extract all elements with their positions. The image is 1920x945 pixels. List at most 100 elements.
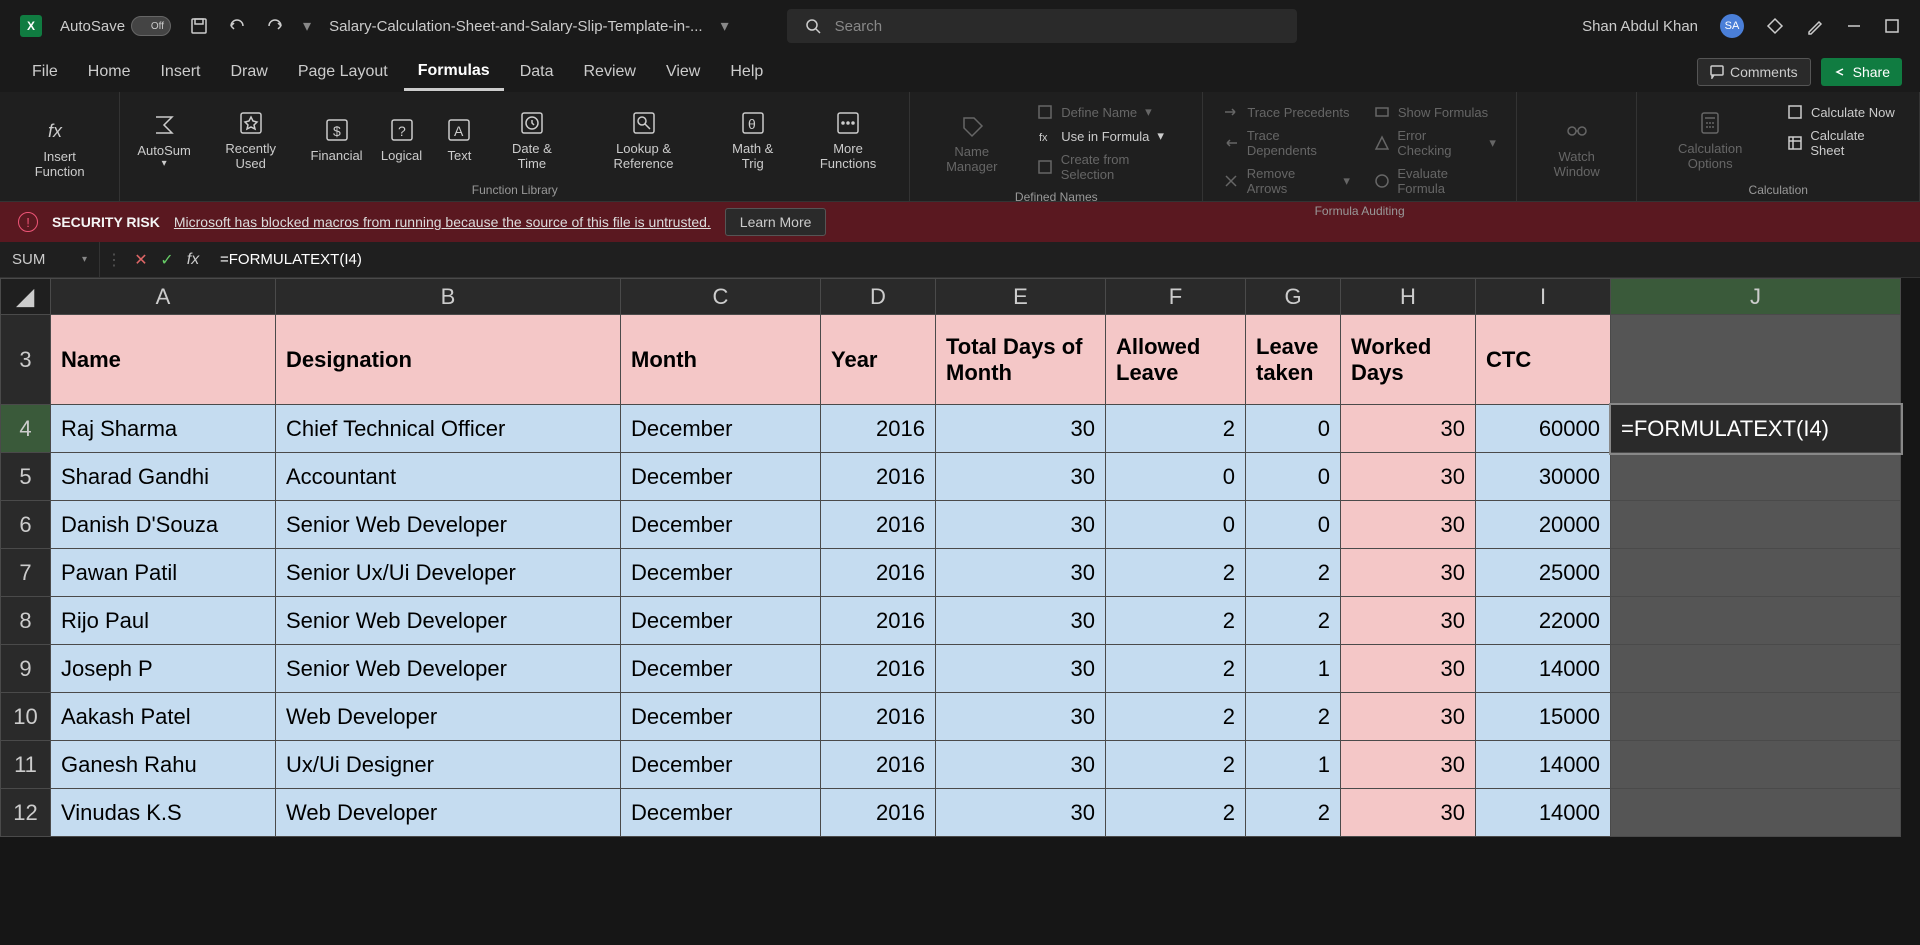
math-trig-button[interactable]: θMath & Trig: [713, 98, 793, 181]
cell-J11[interactable]: [1611, 741, 1901, 789]
enter-button[interactable]: ✓: [154, 250, 180, 270]
menu-formulas[interactable]: Formulas: [404, 54, 504, 91]
cell-I10[interactable]: 15000: [1476, 693, 1611, 741]
cell-B9[interactable]: Senior Web Developer: [276, 645, 621, 693]
row-header-7[interactable]: 7: [1, 549, 51, 597]
cell-H8[interactable]: 30: [1341, 597, 1476, 645]
minimize-icon[interactable]: [1846, 18, 1862, 34]
cell-G9[interactable]: 1: [1246, 645, 1341, 693]
menu-help[interactable]: Help: [716, 55, 777, 89]
row-header-5[interactable]: 5: [1, 453, 51, 501]
header-cell-leave_taken[interactable]: Leave taken: [1246, 315, 1341, 405]
cell-D12[interactable]: 2016: [821, 789, 936, 837]
cell-I11[interactable]: 14000: [1476, 741, 1611, 789]
cell-H6[interactable]: 30: [1341, 501, 1476, 549]
cell-A6[interactable]: Danish D'Souza: [51, 501, 276, 549]
autosave-toggle[interactable]: AutoSave Off: [60, 16, 171, 36]
autosum-button[interactable]: AutoSum▾: [130, 98, 198, 181]
column-header-E[interactable]: E: [936, 279, 1106, 315]
menu-draw[interactable]: Draw: [216, 55, 281, 89]
cell-D9[interactable]: 2016: [821, 645, 936, 693]
menu-page-layout[interactable]: Page Layout: [284, 55, 402, 89]
column-header-C[interactable]: C: [621, 279, 821, 315]
header-cell-year[interactable]: Year: [821, 315, 936, 405]
financial-button[interactable]: $Financial: [303, 98, 369, 181]
formula-input[interactable]: =FORMULATEXT(I4): [206, 251, 1920, 268]
cell-I4[interactable]: 60000: [1476, 405, 1611, 453]
spreadsheet-grid[interactable]: ◢ ABCDEFGHIJ 3NameDesignationMonthYearTo…: [0, 278, 1920, 945]
menu-file[interactable]: File: [18, 55, 72, 89]
cell-J9[interactable]: [1611, 645, 1901, 693]
cell-H10[interactable]: 30: [1341, 693, 1476, 741]
cell-F6[interactable]: 0: [1106, 501, 1246, 549]
cell-F7[interactable]: 2: [1106, 549, 1246, 597]
column-header-I[interactable]: I: [1476, 279, 1611, 315]
cell-G12[interactable]: 2: [1246, 789, 1341, 837]
cell-B8[interactable]: Senior Web Developer: [276, 597, 621, 645]
row-header-10[interactable]: 10: [1, 693, 51, 741]
header-cell-j[interactable]: [1611, 315, 1901, 405]
column-header-G[interactable]: G: [1246, 279, 1341, 315]
cell-I9[interactable]: 14000: [1476, 645, 1611, 693]
more-functions-button[interactable]: More Functions: [797, 98, 899, 181]
cell-E4[interactable]: 30: [936, 405, 1106, 453]
header-cell-name[interactable]: Name: [51, 315, 276, 405]
insert-function-button[interactable]: fxInsert Function: [10, 98, 109, 197]
select-all-corner[interactable]: ◢: [1, 279, 51, 315]
row-header-8[interactable]: 8: [1, 597, 51, 645]
cell-C11[interactable]: December: [621, 741, 821, 789]
cell-C5[interactable]: December: [621, 453, 821, 501]
cell-E5[interactable]: 30: [936, 453, 1106, 501]
calculate-now-button[interactable]: Calculate Now: [1781, 102, 1905, 122]
cell-E8[interactable]: 30: [936, 597, 1106, 645]
search-bar[interactable]: Search: [787, 9, 1297, 43]
header-cell-designation[interactable]: Designation: [276, 315, 621, 405]
cell-C12[interactable]: December: [621, 789, 821, 837]
cell-H7[interactable]: 30: [1341, 549, 1476, 597]
cell-H4[interactable]: 30: [1341, 405, 1476, 453]
header-cell-allowed_leave[interactable]: Allowed Leave: [1106, 315, 1246, 405]
security-message[interactable]: Microsoft has blocked macros from runnin…: [174, 214, 711, 230]
text-button[interactable]: AText: [433, 98, 485, 181]
column-header-J[interactable]: J: [1611, 279, 1901, 315]
cell-F9[interactable]: 2: [1106, 645, 1246, 693]
lookup-button[interactable]: Lookup & Reference: [578, 98, 708, 181]
cell-C7[interactable]: December: [621, 549, 821, 597]
cell-F8[interactable]: 2: [1106, 597, 1246, 645]
cell-B6[interactable]: Senior Web Developer: [276, 501, 621, 549]
cell-E10[interactable]: 30: [936, 693, 1106, 741]
header-cell-month[interactable]: Month: [621, 315, 821, 405]
cell-C4[interactable]: December: [621, 405, 821, 453]
header-cell-worked_days[interactable]: Worked Days: [1341, 315, 1476, 405]
cell-H5[interactable]: 30: [1341, 453, 1476, 501]
cell-G10[interactable]: 2: [1246, 693, 1341, 741]
cell-B5[interactable]: Accountant: [276, 453, 621, 501]
cell-G8[interactable]: 2: [1246, 597, 1341, 645]
cell-A10[interactable]: Aakash Patel: [51, 693, 276, 741]
use-in-formula-button[interactable]: fxUse in Formula ▾: [1031, 126, 1188, 146]
cell-I8[interactable]: 22000: [1476, 597, 1611, 645]
fx-button[interactable]: fx: [180, 251, 206, 269]
column-header-F[interactable]: F: [1106, 279, 1246, 315]
cell-C8[interactable]: December: [621, 597, 821, 645]
menu-data[interactable]: Data: [506, 55, 568, 89]
pen-icon[interactable]: [1806, 17, 1824, 35]
cell-D6[interactable]: 2016: [821, 501, 936, 549]
cell-I6[interactable]: 20000: [1476, 501, 1611, 549]
redo-icon[interactable]: [265, 16, 285, 36]
cell-G6[interactable]: 0: [1246, 501, 1341, 549]
cell-G5[interactable]: 0: [1246, 453, 1341, 501]
avatar[interactable]: SA: [1720, 14, 1744, 38]
cell-J12[interactable]: [1611, 789, 1901, 837]
row-header-11[interactable]: 11: [1, 741, 51, 789]
diamond-icon[interactable]: [1766, 17, 1784, 35]
cell-J6[interactable]: [1611, 501, 1901, 549]
cell-B11[interactable]: Ux/Ui Designer: [276, 741, 621, 789]
cell-H9[interactable]: 30: [1341, 645, 1476, 693]
recently-used-button[interactable]: Recently Used: [202, 98, 300, 181]
cell-D11[interactable]: 2016: [821, 741, 936, 789]
cell-C9[interactable]: December: [621, 645, 821, 693]
cell-F10[interactable]: 2: [1106, 693, 1246, 741]
cell-H11[interactable]: 30: [1341, 741, 1476, 789]
row-header-9[interactable]: 9: [1, 645, 51, 693]
